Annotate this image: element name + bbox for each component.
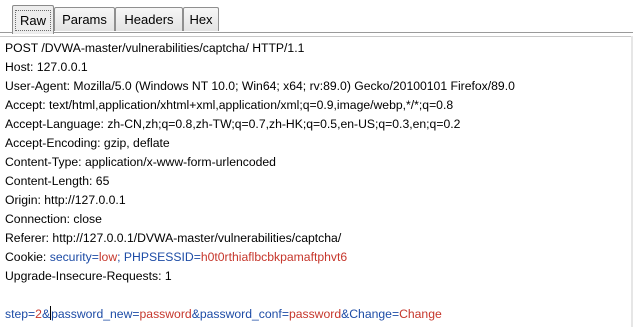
tab-params-label: Params: [62, 12, 107, 27]
header-cookie: Cookie: security=low; PHPSESSID=h0t0rthi…: [5, 248, 347, 267]
header-content-type: Content-Type: application/x-www-form-url…: [5, 155, 276, 169]
tab-raw[interactable]: Raw: [12, 5, 54, 34]
tab-raw-label: Raw: [14, 9, 51, 31]
header-user-agent: User-Agent: Mozilla/5.0 (Windows NT 10.0…: [5, 79, 515, 93]
param-equals: =: [132, 307, 140, 321]
header-host: Host: 127.0.0.1: [5, 60, 88, 74]
param-name-step: step: [5, 307, 29, 321]
header-accept-language: Accept-Language: zh-CN,zh;q=0.8,zh-TW;q=…: [5, 117, 461, 131]
request-line: POST /DVWA-master/vulnerabilities/captch…: [5, 41, 305, 55]
param-separator: &: [41, 307, 51, 321]
header-accept: Accept: text/html,application/xhtml+xml,…: [5, 98, 454, 112]
header-referer: Referer: http://127.0.0.1/DVWA-master/vu…: [5, 231, 342, 245]
tab-params[interactable]: Params: [54, 7, 115, 31]
header-origin: Origin: http://127.0.0.1: [5, 193, 126, 207]
param-separator: &: [191, 307, 200, 321]
param-name-password-new: password_new: [51, 307, 133, 321]
param-equals: =: [391, 307, 400, 321]
cookie-value-phpsessid: h0t0rthiaflbcbkpamaftphvt6: [200, 250, 348, 264]
tab-hex[interactable]: Hex: [183, 7, 219, 31]
header-content-length: Content-Length: 65: [5, 174, 110, 188]
header-upgrade-insecure-requests: Upgrade-Insecure-Requests: 1: [5, 269, 172, 283]
tab-hex-label: Hex: [189, 12, 213, 27]
param-name-change: Change: [349, 307, 392, 321]
header-connection: Connection: close: [5, 212, 102, 226]
cookie-value-security: low: [98, 250, 118, 264]
param-value-step: 2: [35, 307, 42, 321]
cookie-equals: =: [91, 250, 99, 264]
request-body: step=2&password_new=password&password_co…: [5, 305, 442, 324]
cookie-separator: ;: [117, 250, 124, 264]
param-value-password-new: password: [139, 307, 192, 321]
tab-headers-label: Headers: [124, 12, 174, 27]
param-value-change: Change: [399, 307, 442, 321]
param-equals: =: [281, 307, 289, 321]
cookie-name-security: security: [49, 250, 92, 264]
header-accept-encoding: Accept-Encoding: gzip, deflate: [5, 136, 170, 150]
cookie-equals: =: [193, 250, 201, 264]
param-name-password-conf: password_conf: [199, 307, 282, 321]
raw-request-editor[interactable]: POST /DVWA-master/vulnerabilities/captch…: [0, 36, 633, 328]
tab-headers[interactable]: Headers: [115, 7, 183, 31]
tab-bar: Raw Params Headers Hex: [0, 0, 633, 37]
cookie-name-phpsessid: PHPSESSID: [123, 250, 194, 264]
param-value-password-conf: password: [288, 307, 342, 321]
cookie-prefix: Cookie:: [5, 250, 50, 264]
